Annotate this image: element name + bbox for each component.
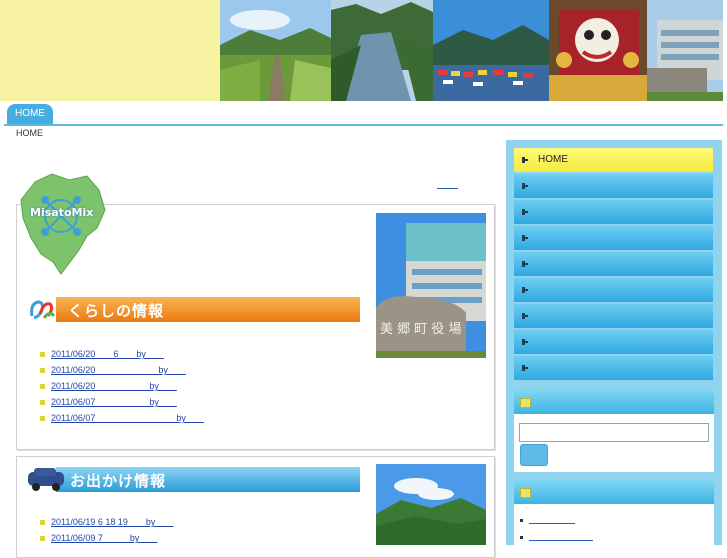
list-item: 2011/06/19 6 18 19 by [40, 514, 360, 530]
sidebar-item[interactable] [514, 200, 713, 224]
sidebar-item[interactable] [514, 226, 713, 250]
bullet-icon [40, 416, 45, 421]
news-link[interactable]: 2011/06/20 by [51, 362, 186, 378]
link-underline [529, 540, 593, 541]
sidebar-item[interactable] [514, 252, 713, 276]
list-item: 2011/06/20 6 by [40, 346, 360, 362]
news-link[interactable]: 2011/06/07 by [51, 394, 177, 410]
photo-mountains[interactable] [376, 464, 486, 545]
search-input[interactable] [519, 423, 709, 442]
search-widget-header [514, 390, 714, 414]
sidebar-item-label: HOME [538, 154, 568, 165]
sidebar-item[interactable] [514, 356, 713, 380]
list-item: 2011/06/20 by [40, 378, 360, 394]
section-banner-living: くらしの情報 [26, 296, 360, 322]
links-widget [514, 504, 714, 545]
news-list-outing: 2011/06/19 6 18 19 by 2011/06/09 7 by [40, 514, 360, 546]
header [0, 0, 727, 101]
menu-bullet-icon [522, 157, 528, 163]
menu-bullet-icon [522, 235, 528, 241]
logo-text: MisatoMix [30, 206, 94, 219]
menu-bullet-icon [522, 339, 528, 345]
bullet-icon [40, 400, 45, 405]
bullet-icon [40, 520, 45, 525]
news-link[interactable]: 2011/06/07 by [51, 410, 204, 426]
widget-icon [520, 488, 531, 498]
link-underline [529, 523, 575, 524]
bullet-icon [40, 368, 45, 373]
news-link[interactable]: 2011/06/19 6 18 19 by [51, 514, 173, 530]
list-item: 2011/06/20 by [40, 362, 360, 378]
menu-bullet-icon [522, 365, 528, 371]
breadcrumb: HOME [16, 128, 43, 138]
list-item: 2011/06/07 by [40, 394, 360, 410]
menu-bullet-icon [522, 313, 528, 319]
misatomix-logo[interactable]: MisatoMix [17, 170, 112, 276]
sidebar: HOME [506, 140, 722, 545]
links-widget-header [514, 480, 714, 504]
header-photo-rural-railway [220, 0, 331, 101]
photo-town-office-sign[interactable]: 美 郷 町 役 場 [376, 213, 486, 358]
bullet-icon [520, 536, 523, 539]
section-title: お出かけ情報 [70, 473, 167, 490]
header-photo-town-office [647, 0, 723, 101]
bullet-icon [40, 352, 45, 357]
menu-bullet-icon [522, 287, 528, 293]
list-item: 2011/06/09 7 by [40, 530, 360, 546]
news-link[interactable]: 2011/06/09 7 by [51, 530, 157, 546]
sidebar-item-home[interactable]: HOME [514, 148, 713, 172]
header-blank-area [0, 0, 220, 101]
sidebar-link[interactable] [520, 514, 580, 528]
menu-bullet-icon [522, 209, 528, 215]
news-list-living: 2011/06/20 6 by 2011/06/20 by 2011/06/20… [40, 346, 360, 426]
menu-bullet-icon [522, 261, 528, 267]
sidebar-item[interactable] [514, 330, 713, 354]
widget-icon [520, 398, 531, 408]
header-photo-festival-mask [549, 0, 647, 101]
small-link[interactable] [437, 186, 458, 189]
bullet-icon [520, 519, 523, 522]
sidebar-item[interactable] [514, 278, 713, 302]
search-widget [514, 414, 714, 472]
news-link[interactable]: 2011/06/20 6 by [51, 346, 164, 362]
sidebar-item[interactable] [514, 174, 713, 198]
sidebar-item[interactable] [514, 304, 713, 328]
bullet-icon [40, 536, 45, 541]
tab-home[interactable]: HOME [7, 104, 53, 124]
list-item: 2011/06/07 by [40, 410, 360, 426]
sidebar-link[interactable] [520, 531, 593, 545]
section-title: くらしの情報 [68, 303, 165, 320]
header-photo-river [331, 0, 433, 101]
nav-bar: HOME [4, 103, 723, 126]
bullet-icon [40, 384, 45, 389]
header-photo-lake-boats [433, 0, 549, 101]
news-link[interactable]: 2011/06/20 by [51, 378, 177, 394]
search-button[interactable] [520, 444, 548, 466]
section-banner-outing: お出かけ情報 [26, 466, 360, 492]
svg-text:美 郷 町 役 場: 美 郷 町 役 場 [380, 322, 462, 337]
menu-bullet-icon [522, 183, 528, 189]
